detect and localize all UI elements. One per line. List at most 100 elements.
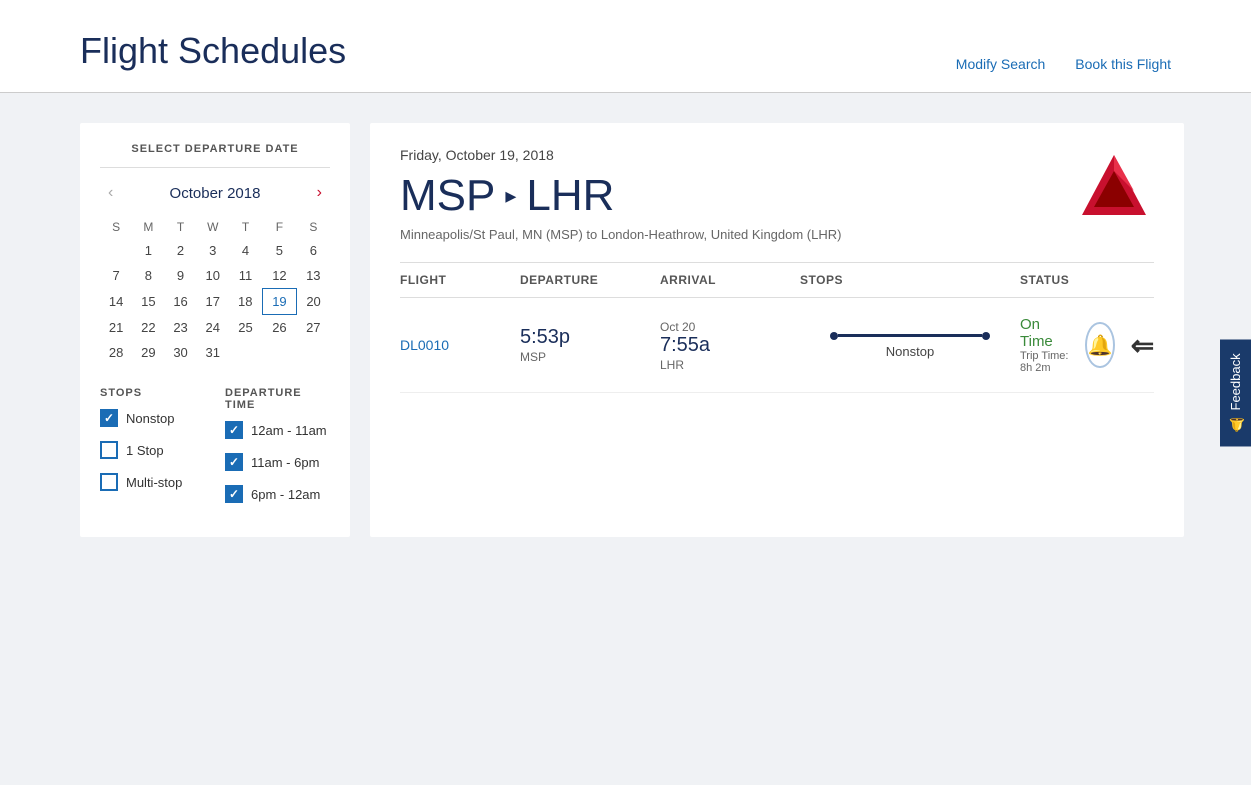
calendar-day[interactable]: 29	[132, 340, 164, 365]
calendar-day[interactable]: 9	[164, 263, 196, 289]
dest-code: LHR	[526, 171, 614, 221]
calendar-next-button[interactable]: ›	[309, 180, 330, 206]
calendar-day[interactable]: 19	[262, 289, 296, 315]
feedback-label: Feedback	[1228, 353, 1243, 410]
arrival-info: Oct 20 7:55a LHR	[660, 319, 800, 372]
stops-line	[838, 334, 982, 337]
calendar-day[interactable]: 15	[132, 289, 164, 315]
calendar-day	[100, 238, 132, 263]
calendar-month: October 2018	[170, 185, 261, 202]
departure-label-1: 11am - 6pm	[251, 455, 319, 470]
calendar-day-header: T	[229, 216, 262, 238]
stops-label: Nonstop	[886, 344, 934, 359]
sidebar: SELECT DEPARTURE DATE ‹ October 2018 › S…	[80, 123, 350, 537]
departure-checkbox-1[interactable]	[225, 453, 243, 471]
table-row: DL0010 5:53p MSP Oct 20 7:55a LHR Nonsto…	[400, 298, 1154, 393]
calendar-title: SELECT DEPARTURE DATE	[100, 143, 330, 168]
stops-checkbox-2[interactable]	[100, 473, 118, 491]
calendar-day[interactable]: 13	[297, 263, 330, 289]
departure-checkbox-2[interactable]	[225, 485, 243, 503]
modify-search-link[interactable]: Modify Search	[956, 56, 1045, 72]
calendar-day[interactable]: 22	[132, 315, 164, 341]
feedback-icon: 🔔	[1228, 416, 1243, 432]
flight-table-header: FLIGHT DEPARTURE ARRIVAL STOPS STATUS	[400, 262, 1154, 298]
stops-line-container	[830, 332, 990, 340]
flight-info: Friday, October 19, 2018 MSP ▸ LHR Minne…	[400, 147, 841, 242]
calendar-day[interactable]: 12	[262, 263, 296, 289]
trip-time: Trip Time: 8h 2m	[1020, 350, 1069, 374]
departure-checkbox-0[interactable]	[225, 421, 243, 439]
calendar-day[interactable]: 23	[164, 315, 196, 341]
status-col: On Time Trip Time: 8h 2m 🔔 ⇐	[1020, 316, 1154, 374]
calendar-day[interactable]: 11	[229, 263, 262, 289]
calendar-day[interactable]: 10	[197, 263, 229, 289]
calendar-day-header: M	[132, 216, 164, 238]
departure-filter-item: 6pm - 12am	[225, 485, 330, 503]
calendar-day	[229, 340, 262, 365]
calendar-day[interactable]: 8	[132, 263, 164, 289]
calendar-day[interactable]: 5	[262, 238, 296, 263]
calendar-day[interactable]: 31	[197, 340, 229, 365]
calendar-day[interactable]: 17	[197, 289, 229, 315]
stops-label-2: Multi-stop	[126, 475, 182, 490]
flight-number[interactable]: DL0010	[400, 337, 520, 353]
stops-checkbox-0[interactable]	[100, 409, 118, 427]
calendar-day[interactable]: 6	[297, 238, 330, 263]
stops-dot-right	[982, 332, 990, 340]
calendar-day-header: S	[100, 216, 132, 238]
stops-visual: Nonstop	[800, 332, 1020, 359]
calendar-prev-button[interactable]: ‹	[100, 180, 121, 206]
arrow-indicator: ⇐	[1131, 329, 1154, 362]
arrival-date: Oct 20	[660, 320, 695, 334]
col-arrival: ARRIVAL	[660, 273, 800, 287]
calendar-day[interactable]: 16	[164, 289, 196, 315]
calendar-day[interactable]: 26	[262, 315, 296, 341]
departure-filter-item: 11am - 6pm	[225, 453, 330, 471]
calendar-day-header: T	[164, 216, 196, 238]
origin-code: MSP	[400, 171, 495, 221]
calendar-day[interactable]: 2	[164, 238, 196, 263]
departure-airport: MSP	[520, 350, 546, 364]
calendar-nav: ‹ October 2018 ›	[100, 180, 330, 206]
calendar-day[interactable]: 1	[132, 238, 164, 263]
departure-label-0: 12am - 11am	[251, 423, 327, 438]
arrival-airport: LHR	[660, 358, 684, 372]
calendar-day[interactable]: 7	[100, 263, 132, 289]
calendar-day[interactable]: 14	[100, 289, 132, 315]
departure-label-2: 6pm - 12am	[251, 487, 320, 502]
stops-label-0: Nonstop	[126, 411, 174, 426]
calendar-day	[262, 340, 296, 365]
calendar-day[interactable]: 20	[297, 289, 330, 315]
calendar-day[interactable]: 24	[197, 315, 229, 341]
page-title: Flight Schedules	[80, 30, 346, 72]
col-flight: FLIGHT	[400, 273, 520, 287]
calendar-day[interactable]: 3	[197, 238, 229, 263]
filter-section: STOPS Nonstop1 StopMulti-stop DEPARTURE …	[100, 387, 330, 517]
main-content: SELECT DEPARTURE DATE ‹ October 2018 › S…	[0, 93, 1251, 567]
stops-dot-left	[830, 332, 838, 340]
flight-route: MSP ▸ LHR	[400, 171, 841, 221]
calendar-day[interactable]: 18	[229, 289, 262, 315]
calendar-day[interactable]: 30	[164, 340, 196, 365]
status-text: On Time	[1020, 316, 1069, 350]
calendar-day[interactable]: 25	[229, 315, 262, 341]
calendar-day-header: F	[262, 216, 296, 238]
flight-date: Friday, October 19, 2018	[400, 147, 841, 163]
calendar-grid: SMTWTFS 12345678910111213141516171819202…	[100, 216, 330, 365]
bell-button[interactable]: 🔔	[1085, 322, 1114, 368]
calendar-day[interactable]: 27	[297, 315, 330, 341]
departure-filter-col: DEPARTURE TIME 12am - 11am11am - 6pm6pm …	[225, 387, 330, 517]
calendar-day[interactable]: 4	[229, 238, 262, 263]
delta-logo	[1074, 147, 1154, 232]
calendar-day[interactable]: 28	[100, 340, 132, 365]
book-flight-link[interactable]: Book this Flight	[1075, 56, 1171, 72]
route-arrow: ▸	[505, 183, 516, 209]
departure-time: 5:53p	[520, 326, 660, 349]
stops-checkbox-1[interactable]	[100, 441, 118, 459]
col-departure: DEPARTURE	[520, 273, 660, 287]
calendar-day[interactable]: 21	[100, 315, 132, 341]
route-detail: Minneapolis/St Paul, MN (MSP) to London-…	[400, 227, 841, 242]
stops-filter-item: 1 Stop	[100, 441, 205, 459]
feedback-tab[interactable]: 🔔 Feedback	[1220, 339, 1251, 446]
flight-rows: DL0010 5:53p MSP Oct 20 7:55a LHR Nonsto…	[400, 298, 1154, 393]
